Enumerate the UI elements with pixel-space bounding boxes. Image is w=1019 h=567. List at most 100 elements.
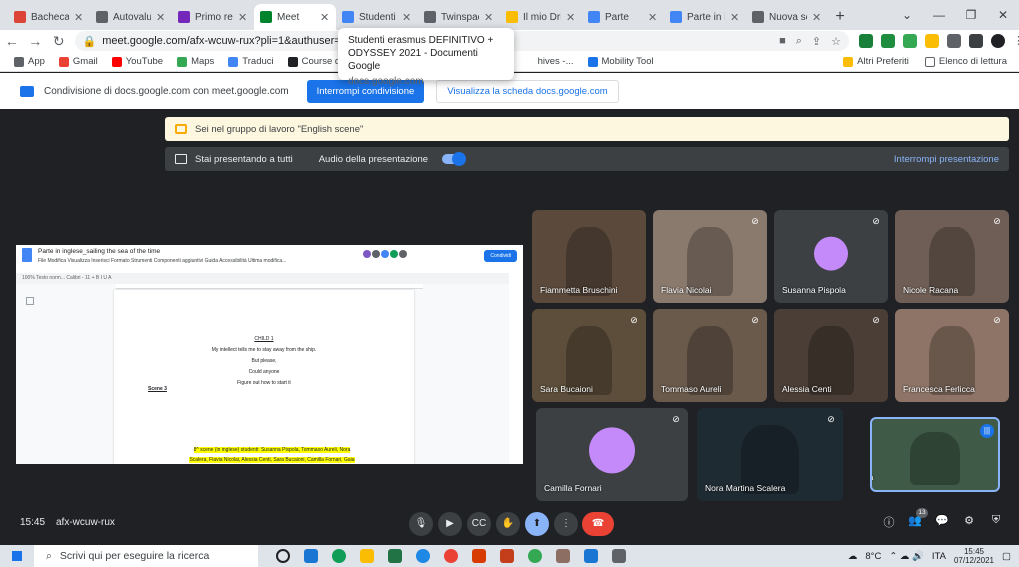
participant-tile[interactable]: ⊘ Tommaso Aureli [653, 309, 767, 402]
raise-hand-icon[interactable]: ✋ [496, 512, 520, 536]
notifications-icon[interactable]: ▢ [1002, 551, 1011, 562]
clock[interactable]: 15:45 07/12/2021 [954, 547, 994, 565]
participant-tile[interactable]: ⊘ Francesca Ferlicca [895, 309, 1009, 402]
tab-close-icon[interactable]: ✕ [812, 11, 822, 24]
tab-close-icon[interactable]: ✕ [238, 11, 248, 24]
camera-icon[interactable]: ▶ [438, 512, 462, 536]
participant-tile[interactable]: ⊘ Nicole Racana [895, 210, 1009, 303]
bookmark-item[interactable]: Maps [177, 56, 214, 67]
chat-icon[interactable]: 💬 [934, 514, 950, 527]
app-icon[interactable] [556, 549, 570, 563]
browser-tab[interactable]: Nuova scheda ✕ [746, 4, 828, 30]
language-indicator[interactable]: ITA [932, 551, 946, 562]
tab-close-icon[interactable]: ✕ [648, 11, 658, 24]
new-tab-button[interactable]: + [828, 4, 852, 30]
zoom-icon[interactable]: ⌕ [796, 35, 802, 48]
browser-tab[interactable]: Parte ✕ [582, 4, 664, 30]
extension-icon[interactable] [925, 34, 939, 48]
browser-tab[interactable]: Studenti erasmus ✕ [336, 4, 418, 30]
tab-close-icon[interactable]: ✕ [730, 11, 740, 24]
profile-avatar[interactable] [991, 34, 1005, 48]
maximize-button[interactable]: ❐ [955, 8, 987, 22]
browser-tab[interactable]: Il mio Drive ✕ [500, 4, 582, 30]
stop-presenting-button[interactable]: Interrompi presentazione [894, 154, 999, 165]
chrome-icon[interactable] [444, 549, 458, 563]
host-controls-icon[interactable]: ⛨ [988, 514, 1004, 527]
browser-tab[interactable]: Parte in inglese ✕ [664, 4, 746, 30]
participant-tile[interactable]: ⊘ Flavia Nicolai [653, 210, 767, 303]
file-explorer-icon[interactable] [360, 549, 374, 563]
microphone-icon[interactable]: 🎙 [409, 512, 433, 536]
office-icon[interactable] [472, 549, 486, 563]
tab-close-icon[interactable]: ✕ [320, 11, 330, 24]
people-icon[interactable]: 👥 [907, 514, 923, 527]
app-icon[interactable] [304, 549, 318, 563]
present-screen-icon[interactable]: ⬆ [525, 512, 549, 536]
participant-tile[interactable]: ||| Ga [870, 417, 1000, 492]
bookmark-reading-list[interactable]: Elenco di lettura [924, 56, 1007, 67]
browser-tab[interactable]: Meet ✕ [254, 4, 336, 30]
tab-close-icon[interactable]: ✕ [402, 11, 412, 24]
tray-icons[interactable]: ⌃ ☁ 🔊 [889, 551, 924, 562]
tab-close-icon[interactable]: ✕ [156, 11, 166, 24]
presentation-audio-toggle[interactable] [442, 152, 467, 166]
captions-icon[interactable]: CC [467, 512, 491, 536]
reload-icon[interactable]: ↻ [47, 33, 71, 50]
bookmark-mobility-tool[interactable]: Mobility Tool [587, 56, 654, 67]
bookmark-item[interactable]: Traduci [228, 56, 274, 67]
browser-tab[interactable]: Primo report ✕ [172, 4, 254, 30]
minimize-button[interactable]: — [923, 8, 955, 22]
windows-start-icon[interactable] [0, 551, 34, 561]
bookmark-favicon-icon [58, 56, 69, 67]
camera-icon[interactable]: ■ [779, 35, 786, 48]
taskbar-search[interactable]: ⌕ Scrivi qui per eseguire la ricerca [34, 545, 258, 567]
menu-icon[interactable]: ⋮ [1013, 34, 1019, 48]
bookmark-item[interactable]: YouTube [111, 56, 163, 67]
muted-mic-icon: ⊘ [751, 216, 759, 226]
excel-icon[interactable] [388, 549, 402, 563]
participant-tile[interactable]: ⊘ Susanna Pispola [774, 210, 888, 303]
bookmark-star-icon[interactable]: ☆ [831, 35, 841, 48]
bookmark-altri-preferiti[interactable]: Altri Preferiti [843, 56, 909, 67]
extension-icon[interactable] [903, 34, 917, 48]
browser-tab[interactable]: Bacheca ✕ [8, 4, 90, 30]
media-icon[interactable] [969, 34, 983, 48]
bookmark-item[interactable]: App [14, 56, 45, 67]
more-options-icon[interactable]: ⋮ [554, 512, 578, 536]
participant-tile[interactable]: ⊘ Camilla Fornari [536, 408, 688, 501]
browser-tab[interactable]: Twinspace ✕ [418, 4, 500, 30]
tab-search-icon[interactable]: ⌄ [891, 8, 923, 22]
bookmark-item[interactable]: Gmail [58, 56, 98, 67]
back-icon[interactable]: ← [0, 33, 24, 49]
chrome-icon[interactable] [528, 549, 542, 563]
extension-icon[interactable] [881, 34, 895, 48]
participant-tile[interactable]: Fiammetta Bruschini [532, 210, 646, 303]
participant-tile[interactable]: ⊘ Alessia Centi [774, 309, 888, 402]
muted-mic-icon: ⊘ [672, 414, 680, 424]
tab-close-icon[interactable]: ✕ [74, 11, 84, 24]
tab-close-icon[interactable]: ✕ [566, 11, 576, 24]
close-window-button[interactable]: ✕ [987, 8, 1019, 22]
weather-icon[interactable]: ☁ [848, 551, 858, 562]
activities-icon[interactable]: ⚙ [961, 514, 977, 527]
info-icon[interactable]: ⓘ [881, 514, 897, 530]
temperature: 8°C [865, 550, 882, 562]
bookmark-label: Mobility Tool [601, 56, 654, 67]
bookmark-archives[interactable]: hives -... [538, 56, 574, 67]
extension-icon[interactable] [859, 34, 873, 48]
app-icon[interactable] [584, 549, 598, 563]
tab-close-icon[interactable]: ✕ [484, 11, 494, 24]
browser-tab[interactable]: Autovalutazione ✕ [90, 4, 172, 30]
puzzle-icon[interactable] [947, 34, 961, 48]
participant-tile[interactable]: ⊘ Sara Bucaioni [532, 309, 646, 402]
app-icon[interactable] [612, 549, 626, 563]
forward-icon[interactable]: → [24, 33, 48, 49]
task-view-icon[interactable] [276, 549, 290, 563]
edge-legacy-icon[interactable] [416, 549, 430, 563]
powerpoint-icon[interactable] [500, 549, 514, 563]
share-icon[interactable]: ⇪ [812, 35, 821, 48]
doc-title: Parte in inglese_sailing the sea of the … [38, 248, 161, 255]
edge-icon[interactable] [332, 549, 346, 563]
participant-tile[interactable]: ⊘ Nora Martina Scalera [697, 408, 843, 501]
hang-up-button[interactable]: ☎ [582, 512, 614, 536]
